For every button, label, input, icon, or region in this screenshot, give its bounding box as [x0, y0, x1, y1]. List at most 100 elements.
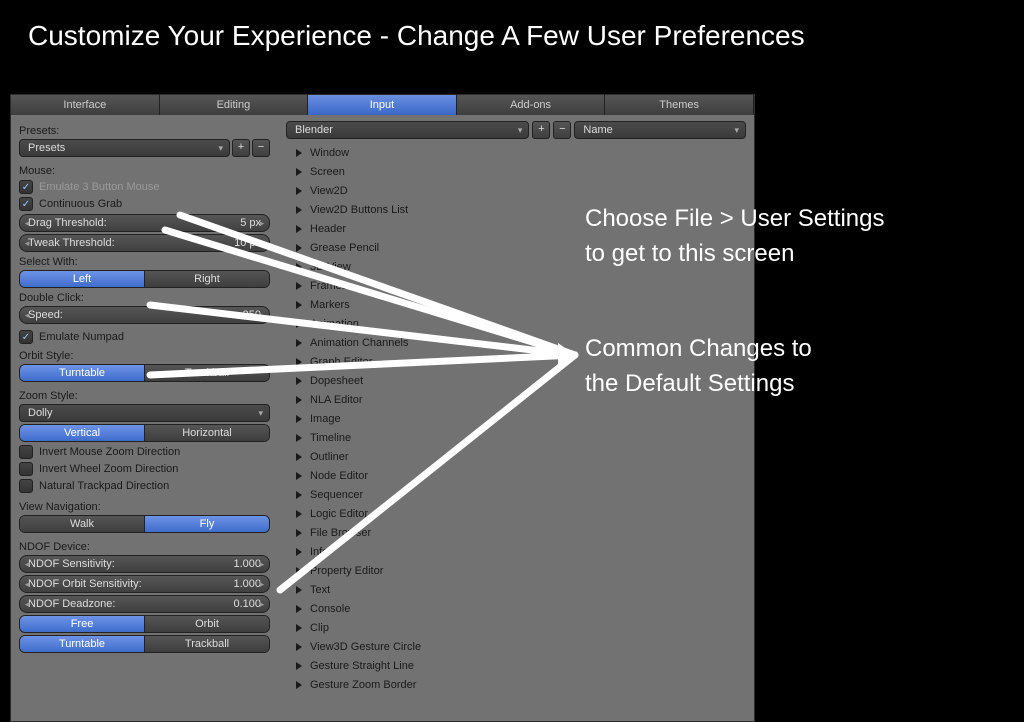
ndof-sensitivity-field[interactable]: ◂ NDOF Sensitivity: 1.000 ▸	[19, 555, 270, 573]
annotation-line: Choose File > User Settings	[585, 202, 884, 237]
keymap-category[interactable]: Console	[286, 599, 746, 618]
expand-triangle-icon[interactable]	[296, 225, 302, 233]
preset-add-button[interactable]: +	[232, 139, 250, 157]
keymap-category[interactable]: Text	[286, 580, 746, 599]
expand-triangle-icon[interactable]	[296, 472, 302, 480]
increment-icon[interactable]: ▸	[257, 238, 267, 249]
keymap-category[interactable]: View2D	[286, 181, 746, 200]
keymap-filter-dropdown[interactable]: Name ▾	[574, 121, 746, 139]
tab-interface[interactable]: Interface	[11, 95, 160, 115]
nav-walk-button[interactable]: Walk	[20, 516, 144, 532]
expand-triangle-icon[interactable]	[296, 320, 302, 328]
keymap-add-button[interactable]: +	[532, 121, 550, 139]
expand-triangle-icon[interactable]	[296, 282, 302, 290]
expand-triangle-icon[interactable]	[296, 339, 302, 347]
select-right-button[interactable]: Right	[144, 271, 269, 287]
keymap-category[interactable]: Gesture Straight Line	[286, 656, 746, 675]
expand-triangle-icon[interactable]	[296, 263, 302, 271]
tab-addons[interactable]: Add-ons	[457, 95, 606, 115]
keymap-category[interactable]: Timeline	[286, 428, 746, 447]
expand-triangle-icon[interactable]	[296, 168, 302, 176]
expand-triangle-icon[interactable]	[296, 187, 302, 195]
keymap-category[interactable]: Info	[286, 542, 746, 561]
select-left-button[interactable]: Left	[20, 271, 144, 287]
continuous-grab-checkbox[interactable]: Continuous Grab	[19, 197, 270, 211]
expand-triangle-icon[interactable]	[296, 643, 302, 651]
keymap-remove-button[interactable]: −	[553, 121, 571, 139]
double-click-speed-field[interactable]: ◂ Speed: 350 ▸	[19, 306, 270, 324]
expand-triangle-icon[interactable]	[296, 624, 302, 632]
expand-triangle-icon[interactable]	[296, 491, 302, 499]
keymap-category[interactable]: Node Editor	[286, 466, 746, 485]
zoom-vertical-button[interactable]: Vertical	[20, 425, 144, 441]
orbit-trackball-button[interactable]: Trackball	[144, 365, 269, 381]
keymap-preset-dropdown[interactable]: Blender ▾	[286, 121, 529, 139]
keymap-category[interactable]: Logic Editor	[286, 504, 746, 523]
preset-remove-button[interactable]: −	[252, 139, 270, 157]
keymap-category[interactable]: Markers	[286, 295, 746, 314]
expand-triangle-icon[interactable]	[296, 586, 302, 594]
keymap-category[interactable]: Gesture Zoom Border	[286, 675, 746, 694]
keymap-category[interactable]: View3D Gesture Circle	[286, 637, 746, 656]
expand-triangle-icon[interactable]	[296, 149, 302, 157]
ndof-trackball-button[interactable]: Trackball	[144, 636, 269, 652]
tab-input[interactable]: Input	[308, 95, 457, 115]
expand-triangle-icon[interactable]	[296, 415, 302, 423]
expand-triangle-icon[interactable]	[296, 548, 302, 556]
ndof-orbit-button[interactable]: Orbit	[144, 616, 269, 632]
presets-dropdown[interactable]: Presets ▾	[19, 139, 230, 157]
decrement-icon[interactable]: ◂	[22, 599, 32, 610]
keymap-category[interactable]: Clip	[286, 618, 746, 637]
expand-triangle-icon[interactable]	[296, 662, 302, 670]
zoom-style-dropdown[interactable]: Dolly ▾	[19, 404, 270, 422]
nav-fly-button[interactable]: Fly	[144, 516, 269, 532]
decrement-icon[interactable]: ◂	[22, 218, 32, 229]
increment-icon[interactable]: ▸	[257, 310, 267, 321]
keymap-category[interactable]: Image	[286, 409, 746, 428]
keymap-category[interactable]: Screen	[286, 162, 746, 181]
emulate-3button-checkbox[interactable]: Emulate 3 Button Mouse	[19, 180, 270, 194]
expand-triangle-icon[interactable]	[296, 434, 302, 442]
expand-triangle-icon[interactable]	[296, 377, 302, 385]
decrement-icon[interactable]: ◂	[22, 559, 32, 570]
natural-trackpad-checkbox[interactable]: Natural Trackpad Direction	[19, 479, 270, 493]
increment-icon[interactable]: ▸	[257, 579, 267, 590]
drag-threshold-field[interactable]: ◂ Drag Threshold: 5 px ▸	[19, 214, 270, 232]
expand-triangle-icon[interactable]	[296, 396, 302, 404]
expand-triangle-icon[interactable]	[296, 453, 302, 461]
decrement-icon[interactable]: ◂	[22, 579, 32, 590]
keymap-category[interactable]: Outliner	[286, 447, 746, 466]
tab-editing[interactable]: Editing	[160, 95, 309, 115]
expand-triangle-icon[interactable]	[296, 301, 302, 309]
increment-icon[interactable]: ▸	[257, 218, 267, 229]
keymap-category[interactable]: Property Editor	[286, 561, 746, 580]
expand-triangle-icon[interactable]	[296, 567, 302, 575]
keymap-category[interactable]: Sequencer	[286, 485, 746, 504]
decrement-icon[interactable]: ◂	[22, 310, 32, 321]
orbit-turntable-button[interactable]: Turntable	[20, 365, 144, 381]
invert-mouse-zoom-checkbox[interactable]: Invert Mouse Zoom Direction	[19, 445, 270, 459]
increment-icon[interactable]: ▸	[257, 599, 267, 610]
keymap-category[interactable]: Animation	[286, 314, 746, 333]
expand-triangle-icon[interactable]	[296, 510, 302, 518]
ndof-turntable-button[interactable]: Turntable	[20, 636, 144, 652]
expand-triangle-icon[interactable]	[296, 206, 302, 214]
decrement-icon[interactable]: ◂	[22, 238, 32, 249]
zoom-horizontal-button[interactable]: Horizontal	[144, 425, 269, 441]
keymap-category[interactable]: Window	[286, 143, 746, 162]
ndof-deadzone-field[interactable]: ◂ NDOF Deadzone: 0.100 ▸	[19, 595, 270, 613]
invert-wheel-zoom-checkbox[interactable]: Invert Wheel Zoom Direction	[19, 462, 270, 476]
keymap-category[interactable]: File Browser	[286, 523, 746, 542]
ndof-free-button[interactable]: Free	[20, 616, 144, 632]
keymap-category[interactable]: Frames	[286, 276, 746, 295]
tweak-threshold-field[interactable]: ◂ Tweak Threshold: 10 px ▸	[19, 234, 270, 252]
emulate-numpad-checkbox[interactable]: Emulate Numpad	[19, 330, 270, 344]
increment-icon[interactable]: ▸	[257, 559, 267, 570]
ndof-orbit-sensitivity-field[interactable]: ◂ NDOF Orbit Sensitivity: 1.000 ▸	[19, 575, 270, 593]
expand-triangle-icon[interactable]	[296, 681, 302, 689]
expand-triangle-icon[interactable]	[296, 605, 302, 613]
expand-triangle-icon[interactable]	[296, 529, 302, 537]
expand-triangle-icon[interactable]	[296, 244, 302, 252]
tab-themes[interactable]: Themes	[605, 95, 754, 115]
expand-triangle-icon[interactable]	[296, 358, 302, 366]
